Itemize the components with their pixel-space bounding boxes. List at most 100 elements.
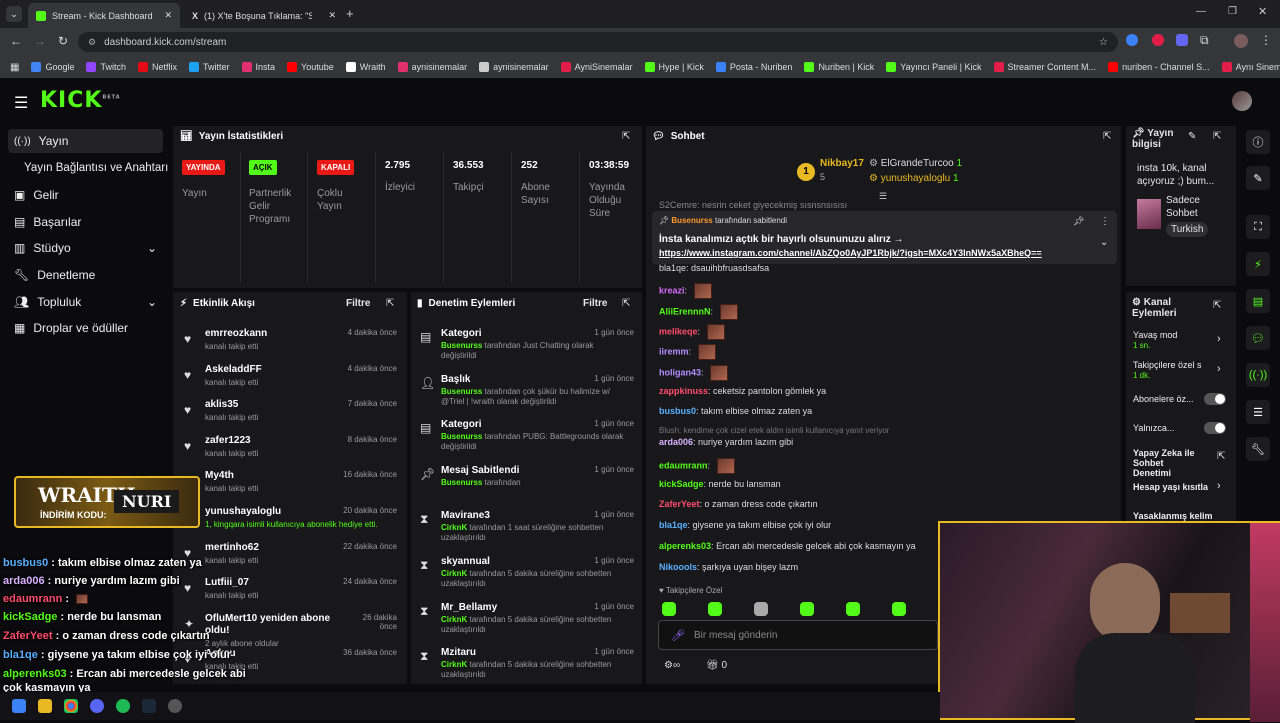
activity-item[interactable]: ♥ mertinho62 kanalı takip etti 22 dakika ön…: [182, 542, 397, 576]
chat-message[interactable]: arda006: nuriye yardım lazım gibi: [659, 437, 793, 447]
chat-username[interactable]: zappkinuss: [659, 386, 708, 396]
broadcast-icon[interactable]: ((·)): [1246, 363, 1270, 387]
bookmark-star-icon[interactable]: ☆: [1099, 37, 1108, 48]
activity-item[interactable]: ♥ AskeladdFF kanalı takip etti 4 dakika önc…: [182, 364, 397, 398]
emote-quick-icon[interactable]: [892, 602, 906, 616]
leader-3[interactable]: ⚙ yunushayaloglu 1: [869, 173, 959, 184]
chat-username[interactable]: AliiErennnN: [659, 306, 711, 316]
edit-icon[interactable]: ✎: [1246, 166, 1270, 190]
user-avatar[interactable]: [1232, 91, 1252, 111]
tab-x[interactable]: X (1) X'te Boşuna Tıklama: "Soru: ✕: [184, 3, 344, 28]
activity-item[interactable]: ♥My4thkanalı takip etti16 dakika önce: [182, 470, 397, 504]
chat-message[interactable]: iiremm:: [659, 344, 716, 360]
bookmark-item[interactable]: AyniSinemalar: [560, 62, 633, 72]
unpin-icon[interactable]: 📌︎: [1073, 216, 1084, 227]
fullscreen-icon[interactable]: ⛶: [1246, 215, 1270, 239]
slow-mode-action[interactable]: Yavaş mod 1 sn.: [1133, 330, 1177, 350]
lightning-icon[interactable]: ⚡︎: [1246, 252, 1270, 276]
extension-icon[interactable]: [1126, 34, 1138, 46]
emote-quick-icon[interactable]: [846, 602, 860, 616]
emote-quick-icon[interactable]: [754, 602, 768, 616]
chrome-icon[interactable]: [64, 699, 78, 713]
discord-icon[interactable]: [90, 699, 104, 713]
emotes-only-toggle[interactable]: [1204, 422, 1226, 434]
chat-username[interactable]: alperenks03: [659, 541, 711, 551]
bookmark-item[interactable]: Google: [31, 62, 74, 72]
extension-icon[interactable]: [1176, 34, 1188, 46]
chat-settings-icon[interactable]: ⚙∞: [664, 660, 680, 671]
stack-icon[interactable]: ☰: [1246, 400, 1270, 424]
moderation-item[interactable]: ▤ Kategori Busenurss tarafından Just Chatt…: [416, 328, 634, 372]
activity-item[interactable]: ♥ emrreozkann kanalı takip etti 4 dakika ön…: [182, 328, 397, 362]
chat-username[interactable]: kreazi: [659, 285, 685, 295]
pinned-menu-icon[interactable]: ⋮: [1100, 216, 1110, 227]
hamburger-menu-icon[interactable]: ☰: [14, 93, 28, 113]
bookmark-item[interactable]: Twitch: [86, 62, 126, 72]
tab-kick-dashboard[interactable]: Stream - Kick Dashboard ✕: [28, 3, 180, 28]
category-thumbnail[interactable]: [1137, 199, 1161, 229]
chat-username[interactable]: kickSadge: [659, 479, 704, 489]
chat-message[interactable]: melikeqe:: [659, 324, 725, 340]
bookmark-item[interactable]: Insta: [241, 62, 275, 72]
expand-leaders-icon[interactable]: ☰: [879, 191, 887, 202]
bookmark-item[interactable]: Nuriben | Kick: [804, 62, 874, 72]
bookmark-item[interactable]: Posta - Nuriben: [715, 62, 792, 72]
chat-username[interactable]: busbus0: [659, 406, 696, 416]
sidebar-item-yayin[interactable]: ((·)) Yayın: [8, 129, 163, 153]
pinned-link[interactable]: https://www.instagram.com/channel/AbZQo0…: [659, 248, 1042, 258]
wrench-icon[interactable]: 🔧︎: [1246, 437, 1270, 461]
app-icon[interactable]: [168, 699, 182, 713]
url-text[interactable]: dashboard.kick.com/stream: [104, 37, 226, 48]
apps-grid-icon[interactable]: ▦: [10, 62, 19, 73]
file-explorer-icon[interactable]: [38, 699, 52, 713]
tab-search-button[interactable]: ⌄: [6, 6, 22, 22]
ai-moderation-action[interactable]: Yapay Zeka ile Sohbet Denetimi: [1133, 448, 1197, 478]
bookmark-item[interactable]: Yayıncı Paneli | Kick: [886, 62, 982, 72]
sidebar-item-studyo[interactable]: ▥ Stüdyo ⌄: [8, 236, 163, 260]
leader-2[interactable]: ⚙ ElGrandeTurcoo 1: [869, 158, 962, 169]
chat-username[interactable]: holigan43: [659, 367, 701, 377]
chat-message[interactable]: kickSadge: nerde bu lansman: [659, 479, 781, 489]
external-link-icon[interactable]: ⇱: [1217, 451, 1225, 462]
popout-icon[interactable]: ⇱: [622, 131, 630, 142]
chevron-right-icon[interactable]: ›: [1217, 333, 1221, 345]
chat-message[interactable]: edaumrann:: [659, 458, 735, 474]
bookmark-item[interactable]: Hype | Kick: [644, 62, 704, 72]
bookmark-item[interactable]: nuriben - Channel S...: [1108, 62, 1210, 72]
windows-start-icon[interactable]: [12, 699, 26, 713]
maximize-icon[interactable]: ❐: [1228, 6, 1237, 17]
moderation-item[interactable]: ⧗ Mavirane3 CirknK tarafından 1 saat sürel…: [416, 510, 634, 554]
chevron-down-icon[interactable]: ⌄: [1100, 237, 1108, 248]
chat-message[interactable]: ZaferYeet: o zaman dress code çıkartın: [659, 499, 818, 509]
bookmark-item[interactable]: Netflix: [138, 62, 177, 72]
chat-message[interactable]: holigan43:: [659, 365, 729, 381]
chat-message[interactable]: kreazi:: [659, 283, 712, 299]
popout-icon[interactable]: ⇱: [622, 298, 630, 309]
tab-close-icon[interactable]: ✕: [164, 10, 172, 21]
sidebar-item-topluluk[interactable]: 👥︎ Topluluk ⌄: [8, 290, 163, 314]
extensions-puzzle-icon[interactable]: ⧉: [1200, 33, 1209, 48]
url-box[interactable]: ⚙ dashboard.kick.com/stream ☆: [78, 32, 1118, 52]
moderation-item[interactable]: ▤ Kategori Busenurss tarafından PUBG: Batt…: [416, 419, 634, 463]
bookmark-item[interactable]: Wraith: [345, 62, 386, 72]
tab-close-icon[interactable]: ✕: [328, 10, 336, 21]
bookmark-item[interactable]: Aynı Sinemalar - Ça...: [1221, 62, 1280, 72]
menu-kebab-icon[interactable]: ⋮: [1260, 33, 1272, 47]
emote-quick-icon[interactable]: [800, 602, 814, 616]
minimize-icon[interactable]: —: [1196, 6, 1206, 17]
chat-username[interactable]: bla1qe: [659, 520, 688, 530]
chat-username[interactable]: ZaferYeet: [659, 499, 700, 509]
site-info-icon[interactable]: ⚙: [88, 37, 96, 48]
chat-username[interactable]: arda006: [659, 437, 693, 447]
leader-name[interactable]: Nikbay17: [820, 158, 864, 169]
chat-bubble-icon[interactable]: 💬︎: [1246, 326, 1270, 350]
bookmark-item[interactable]: aynisinemalar: [397, 62, 467, 72]
bookmark-item[interactable]: Streamer Content M...: [993, 62, 1096, 72]
chat-message[interactable]: alperenks03: Ercan abi mercedesle gelcek…: [659, 541, 916, 551]
chat-input[interactable]: 🎤︎ Bir mesaj gönderin: [658, 620, 938, 650]
chat-username[interactable]: iiremm: [659, 346, 689, 356]
new-tab-icon[interactable]: +: [346, 6, 354, 21]
points-display[interactable]: 🎁︎ 0: [706, 660, 727, 671]
bookmark-item[interactable]: Twitter: [189, 62, 230, 72]
kick-logo[interactable]: KICKBETA: [40, 88, 121, 113]
